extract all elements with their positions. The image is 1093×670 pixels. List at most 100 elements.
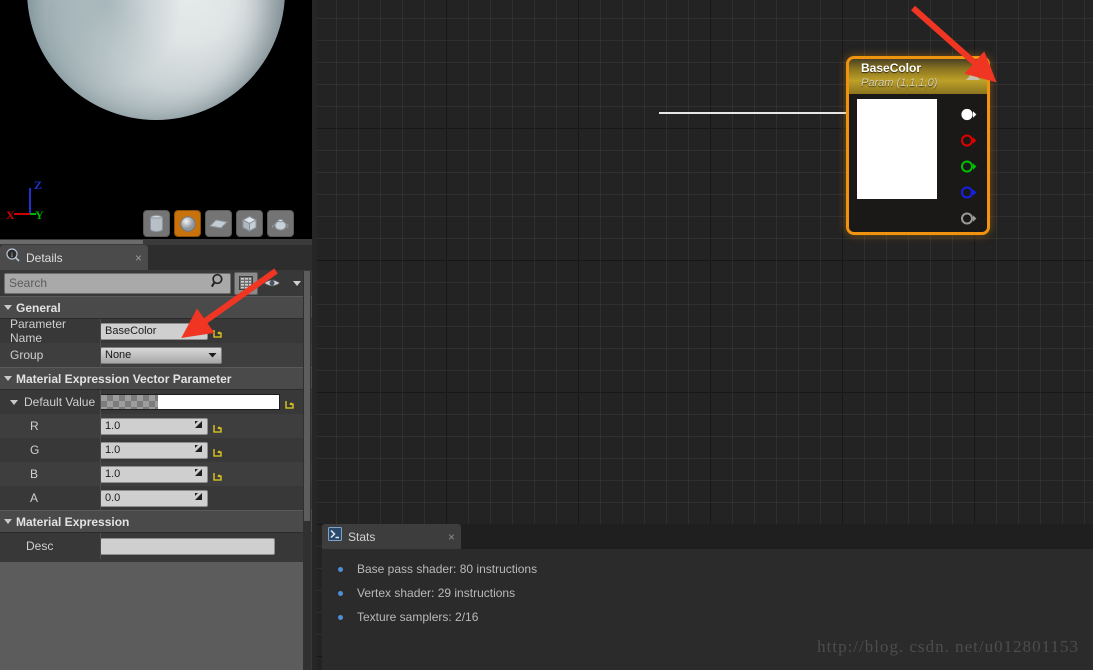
divider (100, 390, 101, 414)
property-row-g: G 1.0 (0, 438, 312, 462)
node-basecolor-title: BaseColor (861, 61, 922, 75)
property-label: G (30, 443, 40, 457)
details-info-icon: i (6, 248, 20, 267)
property-label: A (30, 491, 39, 505)
eye-icon[interactable] (261, 273, 283, 294)
divider (100, 533, 101, 559)
property-label: Group (10, 348, 44, 362)
pin-a-output[interactable] (961, 212, 977, 225)
search-input-placeholder: Search (9, 276, 48, 290)
property-label: Desc (26, 539, 54, 553)
property-label: Default Value (24, 395, 96, 409)
details-scrollbar-thumb[interactable] (304, 271, 310, 521)
stats-line: Base pass shader: 80 instructions (332, 557, 1093, 581)
preview-shape-teapot-button[interactable] (267, 210, 294, 237)
axis-label-y: Y (35, 208, 44, 222)
section-header-material-expression[interactable]: Material Expression (0, 510, 312, 533)
node-color-preview (857, 99, 937, 199)
bullet-icon (338, 614, 343, 620)
details-tabbar: i Details × (0, 245, 312, 270)
revert-icon[interactable] (213, 326, 222, 338)
divider (100, 462, 101, 486)
node-basecolor-subtitle: Param (1,1,1,0) (861, 77, 938, 89)
revert-icon[interactable] (213, 421, 222, 433)
chevron-down-icon[interactable] (10, 399, 18, 405)
axis-label-z: Z (34, 178, 43, 192)
bullet-icon (338, 566, 343, 572)
section-title: General (16, 300, 61, 315)
preview-shape-toolbar (143, 210, 294, 237)
group-select[interactable]: None (100, 346, 222, 364)
viewport-scrollbar-thumb[interactable] (0, 240, 143, 244)
details-vertical-scrollbar[interactable] (303, 271, 311, 670)
close-icon[interactable]: × (448, 530, 455, 544)
section-title: Material Expression Vector Parameter (16, 371, 232, 386)
tab-stats[interactable]: Stats × (322, 524, 461, 549)
spinner-icon[interactable] (194, 492, 203, 504)
r-value-input[interactable]: 1.0 (100, 417, 208, 435)
a-value: 0.0 (105, 492, 121, 504)
property-label: B (30, 467, 39, 481)
group-select-value: None (105, 349, 132, 361)
preview-shape-cube-button[interactable] (236, 210, 263, 237)
property-row-parameter-name: Parameter Name BaseColor (0, 317, 312, 345)
revert-icon[interactable] (213, 445, 222, 457)
default-value-color-swatch[interactable] (100, 394, 280, 410)
r-value: 1.0 (105, 420, 121, 432)
stats-console-icon (328, 527, 342, 546)
details-search-row: Search (0, 270, 312, 296)
preview-shape-plane-button[interactable] (205, 210, 232, 237)
collapse-triangle-icon[interactable] (966, 72, 980, 80)
preview-shape-sphere-button[interactable] (174, 210, 201, 237)
property-row-b: B 1.0 (0, 462, 312, 486)
revert-icon[interactable] (285, 397, 294, 409)
search-input[interactable]: Search (4, 272, 231, 294)
divider (100, 414, 101, 438)
pin-b-output[interactable] (961, 186, 977, 199)
revert-icon[interactable] (213, 469, 222, 481)
divider (100, 319, 101, 343)
spinner-icon[interactable] (194, 420, 203, 432)
material-preview-viewport[interactable]: Z X Y (0, 0, 312, 245)
pin-r-output[interactable] (961, 134, 977, 147)
property-row-default-value: Default Value (0, 390, 312, 414)
section-header-vector-parameter[interactable]: Material Expression Vector Parameter (0, 367, 312, 390)
pin-g-output[interactable] (961, 160, 977, 173)
node-basecolor-header[interactable]: BaseColor Param (1,1,1,0) (849, 59, 987, 94)
spinner-icon[interactable] (194, 444, 203, 456)
close-icon[interactable]: × (135, 251, 142, 265)
tab-details[interactable]: i Details × (0, 245, 148, 270)
divider (100, 343, 101, 367)
search-icon[interactable] (210, 273, 226, 293)
chevron-down-icon (208, 349, 217, 361)
stats-line-text: Vertex shader: 29 instructions (357, 586, 516, 600)
bullet-icon (338, 590, 343, 596)
section-header-general[interactable]: General (0, 296, 312, 319)
b-value: 1.0 (105, 468, 121, 480)
details-empty-area (0, 562, 303, 670)
a-value-input[interactable]: 0.0 (100, 489, 208, 507)
divider (100, 438, 101, 462)
chevron-down-icon (4, 305, 12, 310)
section-title: Material Expression (16, 514, 130, 529)
property-matrix-icon[interactable] (234, 271, 258, 295)
stats-line-text: Texture samplers: 2/16 (357, 610, 479, 624)
node-basecolor[interactable]: BaseColor Param (1,1,1,0) (846, 56, 990, 235)
parameter-name-input[interactable]: BaseColor (100, 322, 208, 340)
stats-line: Vertex shader: 29 instructions (332, 581, 1093, 605)
preview-shape-cylinder-button[interactable] (143, 210, 170, 237)
preview-sphere-mesh (27, 0, 285, 120)
property-row-desc: Desc (0, 533, 312, 559)
property-row-a: A 0.0 (0, 486, 312, 510)
g-value-input[interactable]: 1.0 (100, 441, 208, 459)
property-row-group: Group None (0, 343, 312, 367)
desc-input[interactable] (100, 537, 275, 555)
alpha-checker (101, 395, 158, 409)
pin-rgba-output[interactable] (961, 108, 977, 121)
spinner-icon[interactable] (194, 468, 203, 480)
material-editor-window: Z X Y i Details × Search General Paramet… (0, 0, 1093, 670)
g-value: 1.0 (105, 444, 121, 456)
details-panel: i Details × Search General Parameter Nam… (0, 245, 312, 670)
b-value-input[interactable]: 1.0 (100, 465, 208, 483)
property-row-r: R 1.0 (0, 414, 312, 438)
